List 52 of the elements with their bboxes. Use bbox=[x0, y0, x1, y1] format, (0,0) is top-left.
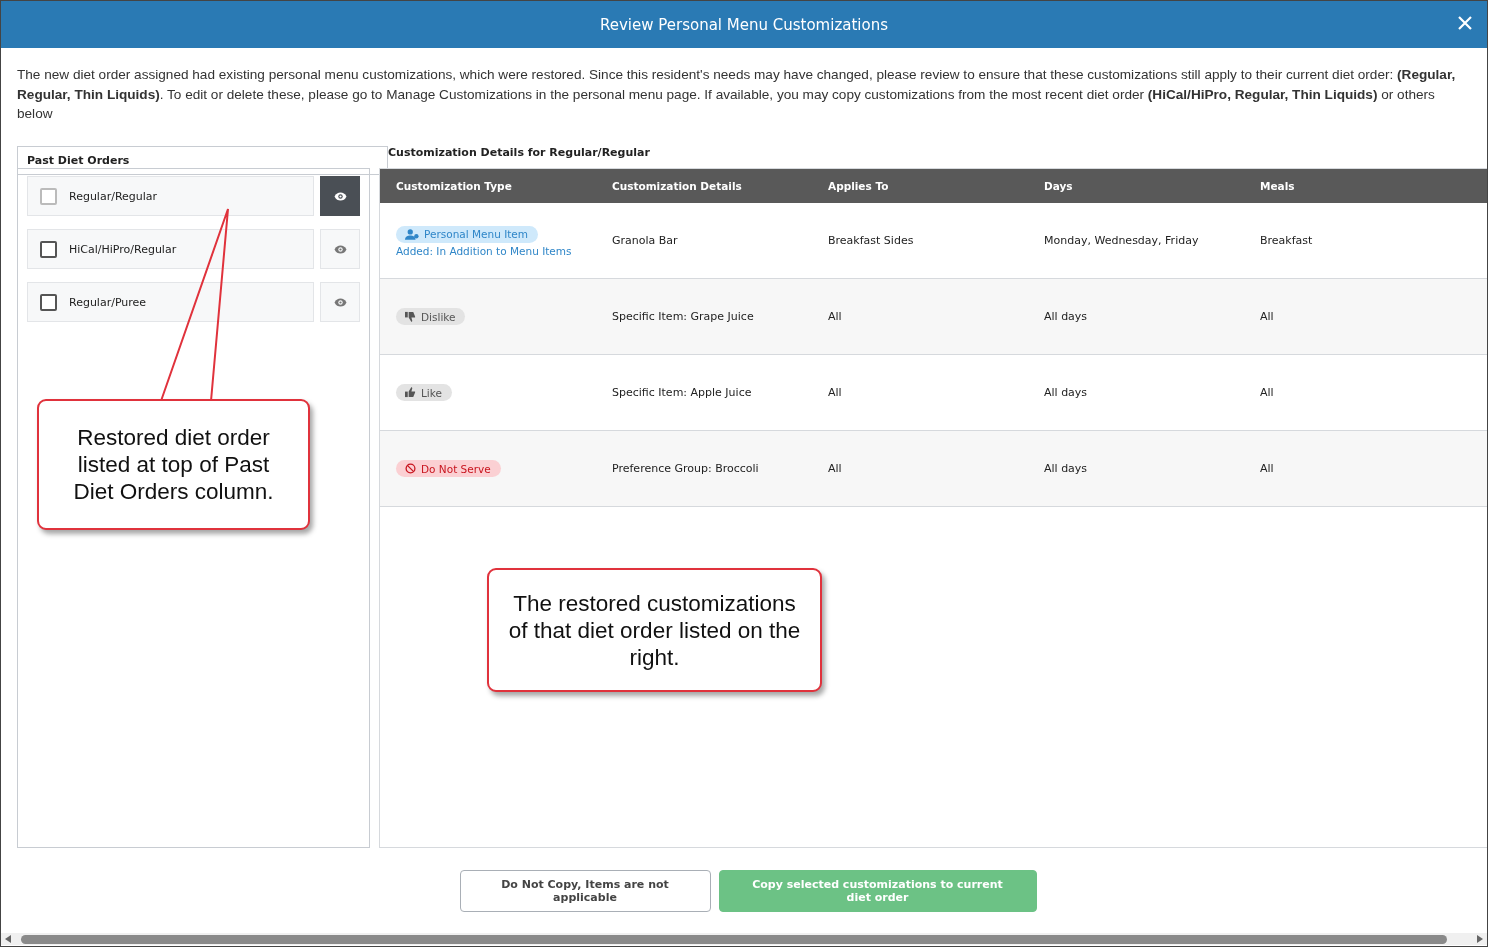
table-cell: All days bbox=[1044, 386, 1088, 400]
badge-label: Like bbox=[421, 386, 442, 399]
badge-label: Dislike bbox=[421, 310, 456, 323]
column-header: Customization Type bbox=[396, 180, 512, 193]
dialog-title: Review Personal Menu Customizations bbox=[600, 15, 888, 34]
eye-icon bbox=[333, 297, 347, 307]
table-cell: All bbox=[828, 386, 842, 400]
column-header: Meals bbox=[1260, 180, 1295, 193]
checkbox[interactable] bbox=[40, 293, 57, 311]
horizontal-scrollbar[interactable] bbox=[1, 933, 1487, 945]
column-header: Customization Details bbox=[612, 180, 742, 193]
callout: Restored diet order listed at top of Past Diet Orders column. bbox=[37, 399, 310, 530]
do-not-copy-button[interactable]: Do Not Copy, Items are not applicable bbox=[459, 870, 711, 913]
table-cell: All bbox=[828, 310, 842, 324]
table-cell: Breakfast Sides bbox=[828, 234, 914, 248]
table-cell: All days bbox=[1044, 462, 1088, 476]
table-cell: Monday, Wednesday, Friday bbox=[1044, 234, 1199, 248]
table-cell: Breakfast bbox=[1260, 234, 1313, 248]
customization-details-label: Customization Details for Regular/Regular bbox=[388, 146, 650, 160]
table-cell: All days bbox=[1044, 310, 1088, 324]
diet-order-item[interactable]: Regular/Puree bbox=[27, 282, 314, 323]
scroll-right-icon[interactable] bbox=[1477, 935, 1483, 943]
checkbox[interactable] bbox=[40, 240, 57, 258]
person-icon bbox=[405, 228, 419, 240]
thumbs-up-icon bbox=[405, 387, 416, 399]
prohibited-icon bbox=[405, 463, 416, 475]
thumbs-down-icon bbox=[405, 311, 416, 323]
table-cell: All bbox=[828, 462, 842, 476]
table-cell: All bbox=[1260, 310, 1274, 324]
diet-order-item[interactable]: HiCal/HiPro/Regular bbox=[27, 229, 314, 270]
table-cell: All bbox=[1260, 386, 1274, 400]
diet-order-name: Regular/Puree bbox=[69, 295, 147, 309]
table-cell: Specific Item: Grape Juice bbox=[612, 310, 754, 324]
eye-icon bbox=[333, 244, 347, 254]
past-diet-orders-label: Past Diet Orders bbox=[27, 154, 131, 168]
close-icon[interactable] bbox=[1457, 15, 1473, 31]
badge-label: Personal Menu Item bbox=[424, 228, 529, 241]
callout: The restored customizations of that diet order listed on the right. bbox=[487, 568, 822, 692]
table-cell: Specific Item: Apple Juice bbox=[612, 386, 752, 400]
scroll-left-icon[interactable] bbox=[5, 935, 11, 943]
eye-icon bbox=[333, 191, 347, 201]
intro-paragraph: The new diet order assigned had existing personal menu customizations, which were restored. Since this resident's needs may have changed, please review to ensure that these customizations still apply to their current diet order: (Regular, Regular, Thin Liquids). To edit or delete these, please go to Manage Customizations in the personal menu page. If available, you may copy customizations from the most recent diet order (HiCal/HiPro, Regular, Thin Liquids) or others below bbox=[17, 66, 1457, 124]
diet-order-name: Regular/Regular bbox=[69, 189, 158, 203]
table-cell: Preference Group: Broccoli bbox=[612, 462, 759, 476]
table-cell: Granola Bar bbox=[612, 234, 678, 248]
badge-label: Do Not Serve bbox=[421, 462, 491, 475]
column-header: Applies To bbox=[828, 180, 889, 193]
scroll-thumb[interactable] bbox=[21, 934, 1447, 944]
customization-note: Added: In Addition to Menu Items bbox=[396, 244, 572, 257]
column-header: Days bbox=[1044, 180, 1073, 193]
table-cell: All bbox=[1260, 462, 1274, 476]
diet-order-name: HiCal/HiPro/Regular bbox=[69, 242, 177, 256]
